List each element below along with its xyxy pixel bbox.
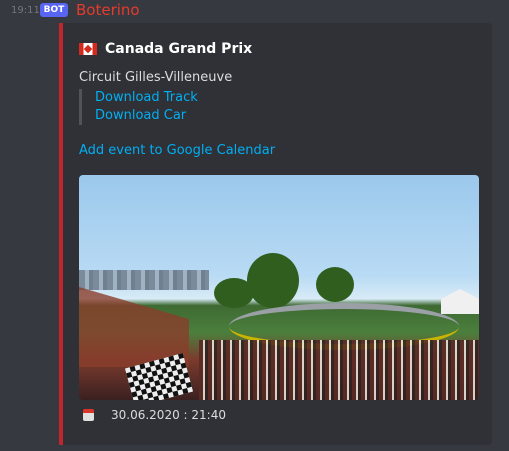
crowd [199,340,479,400]
track-image[interactable] [79,175,479,400]
username[interactable]: Boterino [76,1,140,19]
message-timestamp: 19:11 [11,5,40,16]
message-header: 19:11 BOT Boterino [0,0,509,24]
download-links: Download Track Download Car [79,89,198,125]
event-embed: Canada Grand Prix Circuit Gilles-Villene… [59,23,492,445]
canada-flag-icon [79,43,97,55]
tree [214,278,254,308]
tree [316,267,354,302]
download-car-link[interactable]: Download Car [95,107,198,125]
bot-badge: BOT [40,3,68,17]
download-track-link[interactable]: Download Track [95,89,198,107]
google-calendar-link[interactable]: Add event to Google Calendar [79,143,275,158]
tent [441,289,479,314]
embed-title-text: Canada Grand Prix [105,41,253,57]
calendar-icon [83,409,94,421]
embed-footer: 30.06.2020 : 21:40 [79,408,226,422]
event-datetime: 30.06.2020 : 21:40 [111,408,226,422]
circuit-name: Circuit Gilles-Villeneuve [79,70,233,85]
embed-title: Canada Grand Prix [79,41,252,57]
tree [247,253,299,308]
city-skyline [79,270,209,290]
